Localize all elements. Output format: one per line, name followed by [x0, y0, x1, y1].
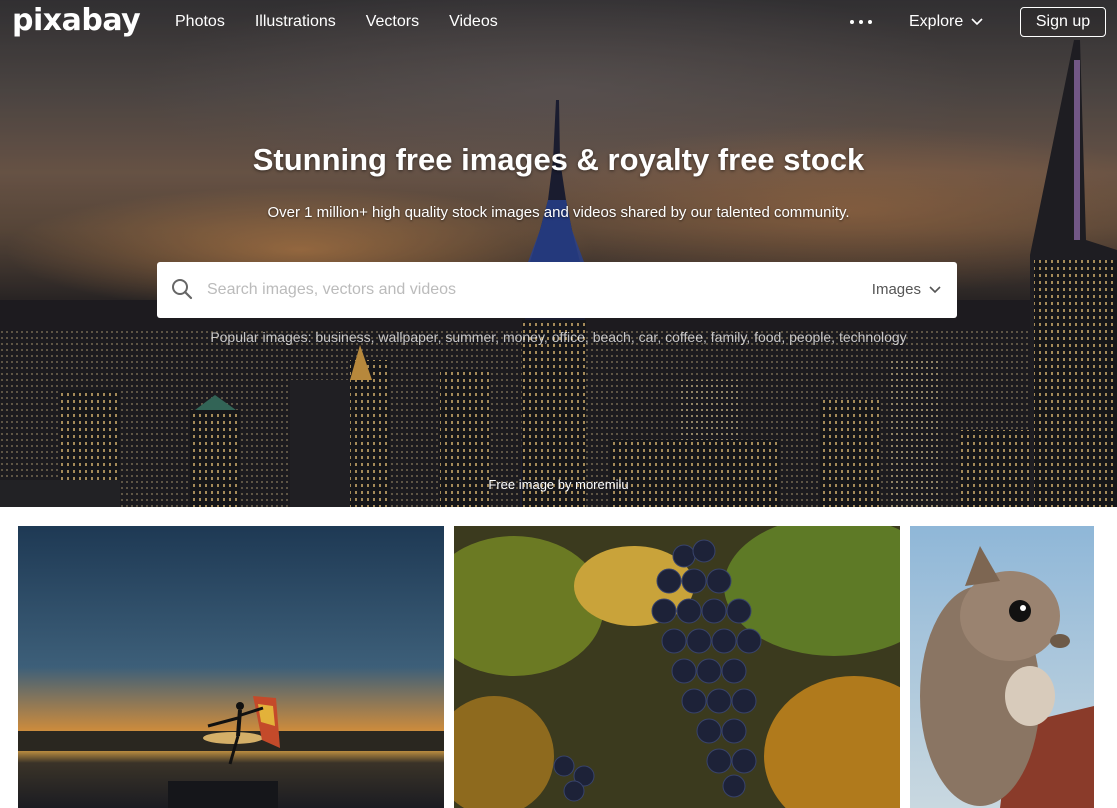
popular-tag-money[interactable]: money	[503, 329, 544, 345]
credit-prefix: Free image by	[488, 477, 572, 492]
chevron-down-icon	[971, 18, 983, 26]
popular-tag-food[interactable]: food	[754, 329, 781, 345]
image-credit: Free image by moremilu	[0, 477, 1117, 492]
gallery-image-dancer-sunset[interactable]	[18, 526, 444, 808]
popular-label: Popular images:	[210, 329, 312, 345]
popular-tag-beach[interactable]: beach	[593, 329, 631, 345]
search-input[interactable]	[207, 272, 847, 308]
search-type-dropdown[interactable]: Images	[872, 281, 941, 298]
search-type-label: Images	[871, 281, 921, 298]
squirrel-photo	[910, 526, 1094, 808]
grapes-photo	[454, 526, 900, 808]
explore-menu[interactable]: Explore	[909, 13, 983, 31]
more-dots-icon[interactable]	[850, 20, 872, 26]
popular-tag-business[interactable]: business	[315, 329, 370, 345]
nav-link-illustrations[interactable]: Illustrations	[255, 13, 336, 31]
gallery-image-squirrel[interactable]	[910, 526, 1094, 808]
popular-tag-office[interactable]: office	[552, 329, 585, 345]
popular-tag-summer[interactable]: summer	[445, 329, 495, 345]
popular-tag-technology[interactable]: technology	[839, 329, 907, 345]
nav-link-videos[interactable]: Videos	[449, 13, 498, 31]
top-navbar: pixabay Photos Illustrations Vectors Vid…	[0, 0, 1117, 46]
nav-links: Photos Illustrations Vectors Videos	[175, 13, 528, 31]
hero-overlay	[0, 0, 1117, 507]
popular-tag-people[interactable]: people	[789, 329, 831, 345]
hero-subtitle: Over 1 million+ high quality stock image…	[267, 204, 850, 221]
chevron-down-icon	[929, 285, 941, 293]
popular-tags: Popular images: business, wallpaper, sum…	[210, 329, 907, 345]
explore-label: Explore	[909, 13, 964, 30]
dancer-sunset-photo	[18, 526, 444, 808]
popular-tag-family[interactable]: family	[711, 329, 747, 345]
hero-title: Stunning free images & royalty free stoc…	[252, 142, 865, 177]
search-bar: Images	[157, 262, 957, 318]
popular-tag-wallpaper[interactable]: wallpaper	[378, 329, 437, 345]
hero-banner	[0, 0, 1117, 507]
search-icon[interactable]	[171, 278, 193, 300]
credit-author-link[interactable]: moremilu	[575, 477, 628, 492]
nav-link-vectors[interactable]: Vectors	[366, 13, 419, 31]
nav-link-photos[interactable]: Photos	[175, 13, 225, 31]
gallery-image-grapes[interactable]	[454, 526, 900, 808]
popular-tag-coffee[interactable]: coffee	[665, 329, 703, 345]
pixabay-logo[interactable]: pixabay	[12, 3, 141, 38]
popular-tag-car[interactable]: car	[639, 329, 658, 345]
signup-button[interactable]: Sign up	[1020, 7, 1106, 37]
